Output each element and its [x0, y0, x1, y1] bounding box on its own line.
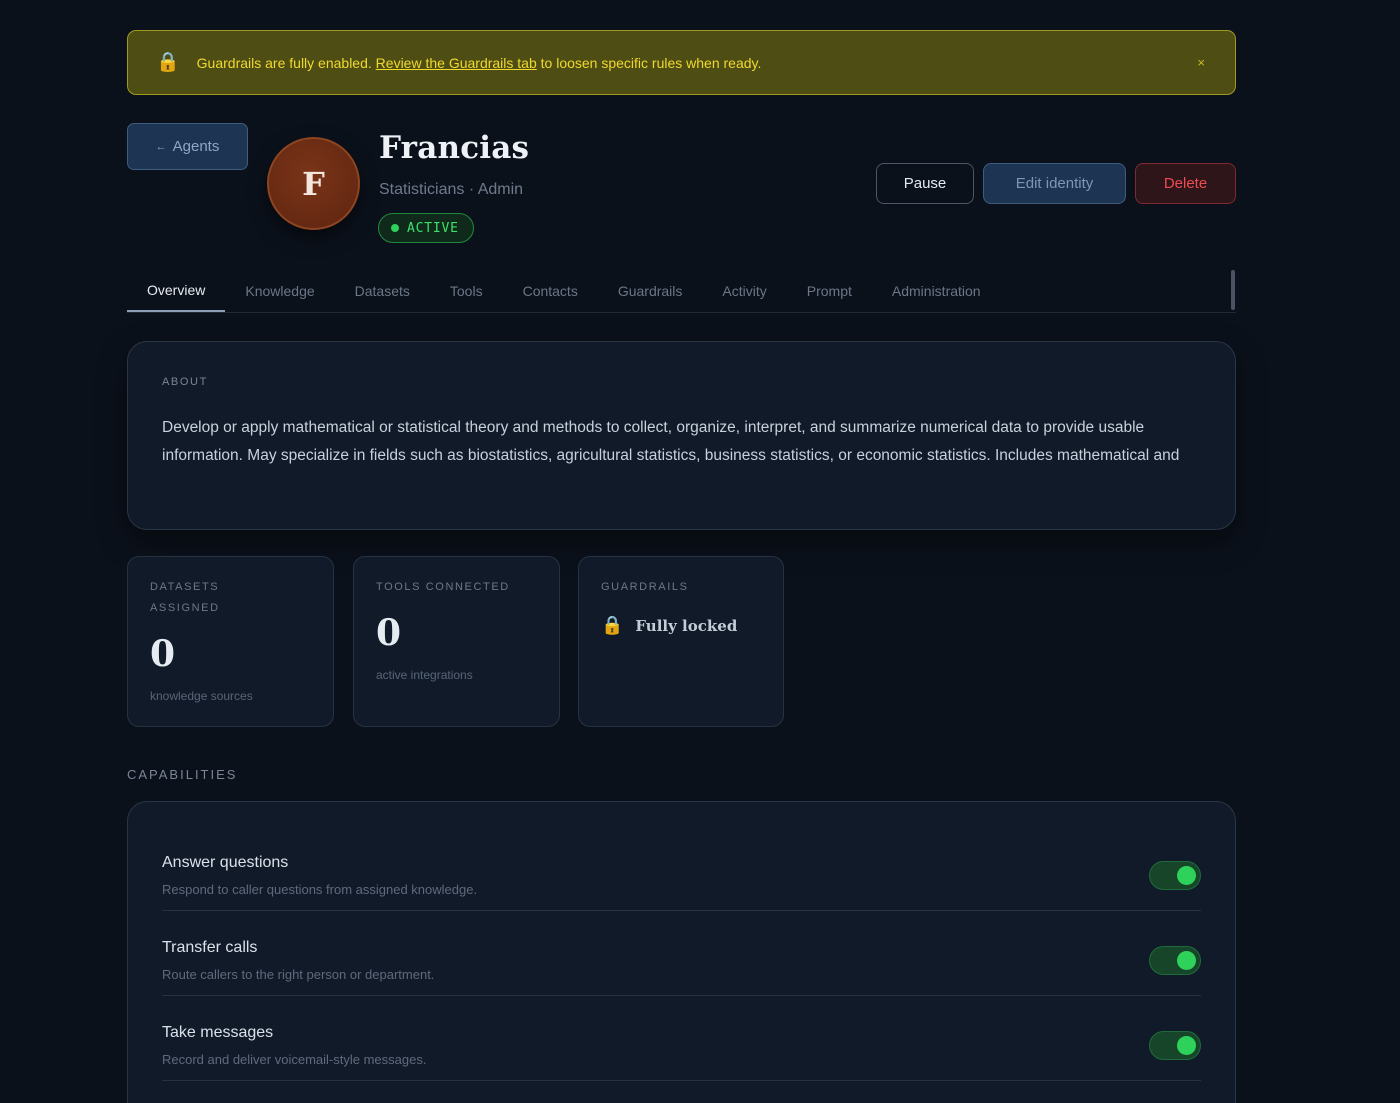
capability-title: Take messages: [162, 1024, 274, 1041]
capability-desc: Route callers to the right person or dep…: [162, 967, 435, 982]
stat-label: DATASETS ASSIGNED: [150, 577, 311, 619]
stat-label: TOOLS CONNECTED: [376, 581, 510, 593]
guardrails-stat-card: GUARDRAILS 🔒 Fully locked: [578, 556, 784, 727]
capability-row: Transfer calls Route callers to the righ…: [162, 911, 1201, 996]
tab-tools[interactable]: Tools: [430, 270, 503, 312]
transfer-calls-toggle[interactable]: [1149, 946, 1201, 975]
tab-bar: Overview Knowledge Datasets Tools Contac…: [127, 270, 1236, 313]
about-card: ABOUT Develop or apply mathematical or s…: [127, 341, 1236, 530]
close-icon[interactable]: ×: [1191, 51, 1211, 74]
capability-desc: Respond to caller questions from assigne…: [162, 882, 478, 897]
capability-desc: Record and deliver voicemail-style messa…: [162, 1052, 427, 1067]
tab-datasets[interactable]: Datasets: [335, 270, 430, 312]
stat-sub: active integrations: [376, 668, 473, 682]
pause-button[interactable]: Pause: [876, 163, 974, 204]
arrow-left-icon: ←: [155, 140, 167, 153]
tab-overview[interactable]: Overview: [127, 270, 226, 312]
tab-guardrails[interactable]: Guardrails: [598, 270, 703, 312]
tab-contacts[interactable]: Contacts: [503, 270, 598, 312]
toggle-knob: [1177, 951, 1196, 970]
about-label: ABOUT: [162, 376, 208, 388]
about-text: Develop or apply mathematical or statist…: [162, 419, 1180, 464]
stat-label-line: ASSIGNED: [150, 602, 220, 614]
guardrails-status-text: Fully locked: [635, 616, 738, 635]
stat-value: 0: [376, 612, 402, 654]
stat-label-line: DATASETS: [150, 581, 220, 593]
capability-title: Transfer calls: [162, 939, 258, 956]
back-button-label: Agents: [172, 138, 220, 155]
capabilities-heading: CAPABILITIES: [127, 767, 238, 782]
answer-questions-toggle[interactable]: [1149, 861, 1201, 890]
guardrails-status: 🔒 Fully locked: [601, 615, 761, 636]
capability-title: Answer questions: [162, 854, 289, 871]
guardrails-tab-link[interactable]: Review the Guardrails tab: [376, 55, 537, 71]
capability-row: Take messages Record and deliver voicema…: [162, 996, 1201, 1081]
edit-identity-button[interactable]: Edit identity: [983, 163, 1126, 204]
banner-text: Guardrails are fully enabled. Review the…: [197, 55, 762, 71]
lock-icon: 🔒: [156, 52, 180, 73]
agent-role: Statisticians · Admin: [379, 181, 524, 198]
tab-prompt[interactable]: Prompt: [787, 270, 872, 312]
capability-row: Answer questions Respond to caller quest…: [162, 826, 1201, 911]
agent-detail-page: 🔒 Guardrails are fully enabled. Review t…: [0, 0, 1400, 1103]
tab-knowledge[interactable]: Knowledge: [225, 270, 334, 312]
take-messages-toggle[interactable]: [1149, 1031, 1201, 1060]
tools-stat-card: TOOLS CONNECTED 0 active integrations: [353, 556, 560, 727]
datasets-stat-card: DATASETS ASSIGNED 0 knowledge sources: [127, 556, 334, 727]
toggle-knob: [1177, 866, 1196, 885]
capabilities-card: Answer questions Respond to caller quest…: [127, 801, 1236, 1103]
stat-value: 0: [150, 633, 176, 675]
lock-icon: 🔒: [601, 615, 624, 635]
banner-text-before: Guardrails are fully enabled.: [196, 54, 372, 71]
status-badge: ACTIVE: [378, 213, 474, 243]
toggle-knob: [1177, 1036, 1196, 1055]
tabs-scrollbar[interactable]: [1231, 270, 1235, 310]
delete-button[interactable]: Delete: [1135, 163, 1236, 204]
stat-sub: knowledge sources: [150, 689, 253, 703]
avatar: F: [267, 137, 360, 230]
guardrails-banner: 🔒 Guardrails are fully enabled. Review t…: [127, 30, 1236, 95]
back-to-agents-button[interactable]: ← Agents: [127, 123, 248, 170]
banner-text-after: to loosen specific rules when ready.: [540, 54, 762, 71]
stat-label: GUARDRAILS: [601, 581, 689, 593]
tab-activity[interactable]: Activity: [702, 270, 786, 312]
page-title: Francias: [379, 130, 530, 166]
tab-administration[interactable]: Administration: [872, 270, 1001, 312]
status-label: ACTIVE: [407, 220, 459, 236]
status-dot-icon: [391, 224, 399, 232]
